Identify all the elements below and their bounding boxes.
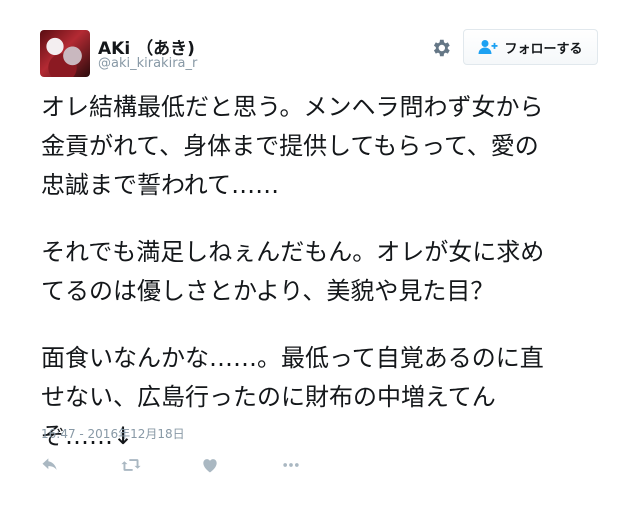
- follow-button[interactable]: フォローする: [463, 29, 598, 65]
- tweet-timestamp[interactable]: 16:47 - 2016年12月18日: [41, 425, 185, 442]
- avatar[interactable]: [40, 30, 90, 77]
- tweet-line: 面食いなんかな……。最低って自覚あるのに直: [41, 344, 544, 372]
- retweet-icon[interactable]: [120, 455, 142, 477]
- person-add-icon: [478, 39, 498, 55]
- tweet-line: てるのは優しさとかより、美貌や見た目？: [41, 277, 495, 305]
- heart-icon[interactable]: [200, 455, 222, 477]
- tweet-line: オレ結構最低だと思う。メンヘラ問わず女から: [41, 93, 544, 121]
- tweet-card: AKi （あき) @aki_kirakira_r フォローする オレ結構最低だと…: [0, 0, 639, 507]
- tweet-text: オレ結構最低だと思う。メンヘラ問わず女から 金貢がれて、身体まで提供してもらって…: [41, 88, 601, 456]
- tweet-line: 忠誠まで誓われて……: [41, 171, 280, 199]
- reply-icon[interactable]: [40, 455, 62, 477]
- tweet-line: せない、広島行ったのに財布の中増えてん: [41, 383, 496, 411]
- gear-icon[interactable]: [430, 37, 452, 59]
- follow-button-label: フォローする: [504, 41, 583, 57]
- tweet-line: それでも満足しねぇんだもん。オレが女に求め: [41, 238, 545, 266]
- tweet-line: 金貢がれて、身体まで提供してもらって、愛の: [41, 132, 539, 160]
- more-icon[interactable]: [280, 455, 302, 477]
- user-handle[interactable]: @aki_kirakira_r: [98, 56, 197, 71]
